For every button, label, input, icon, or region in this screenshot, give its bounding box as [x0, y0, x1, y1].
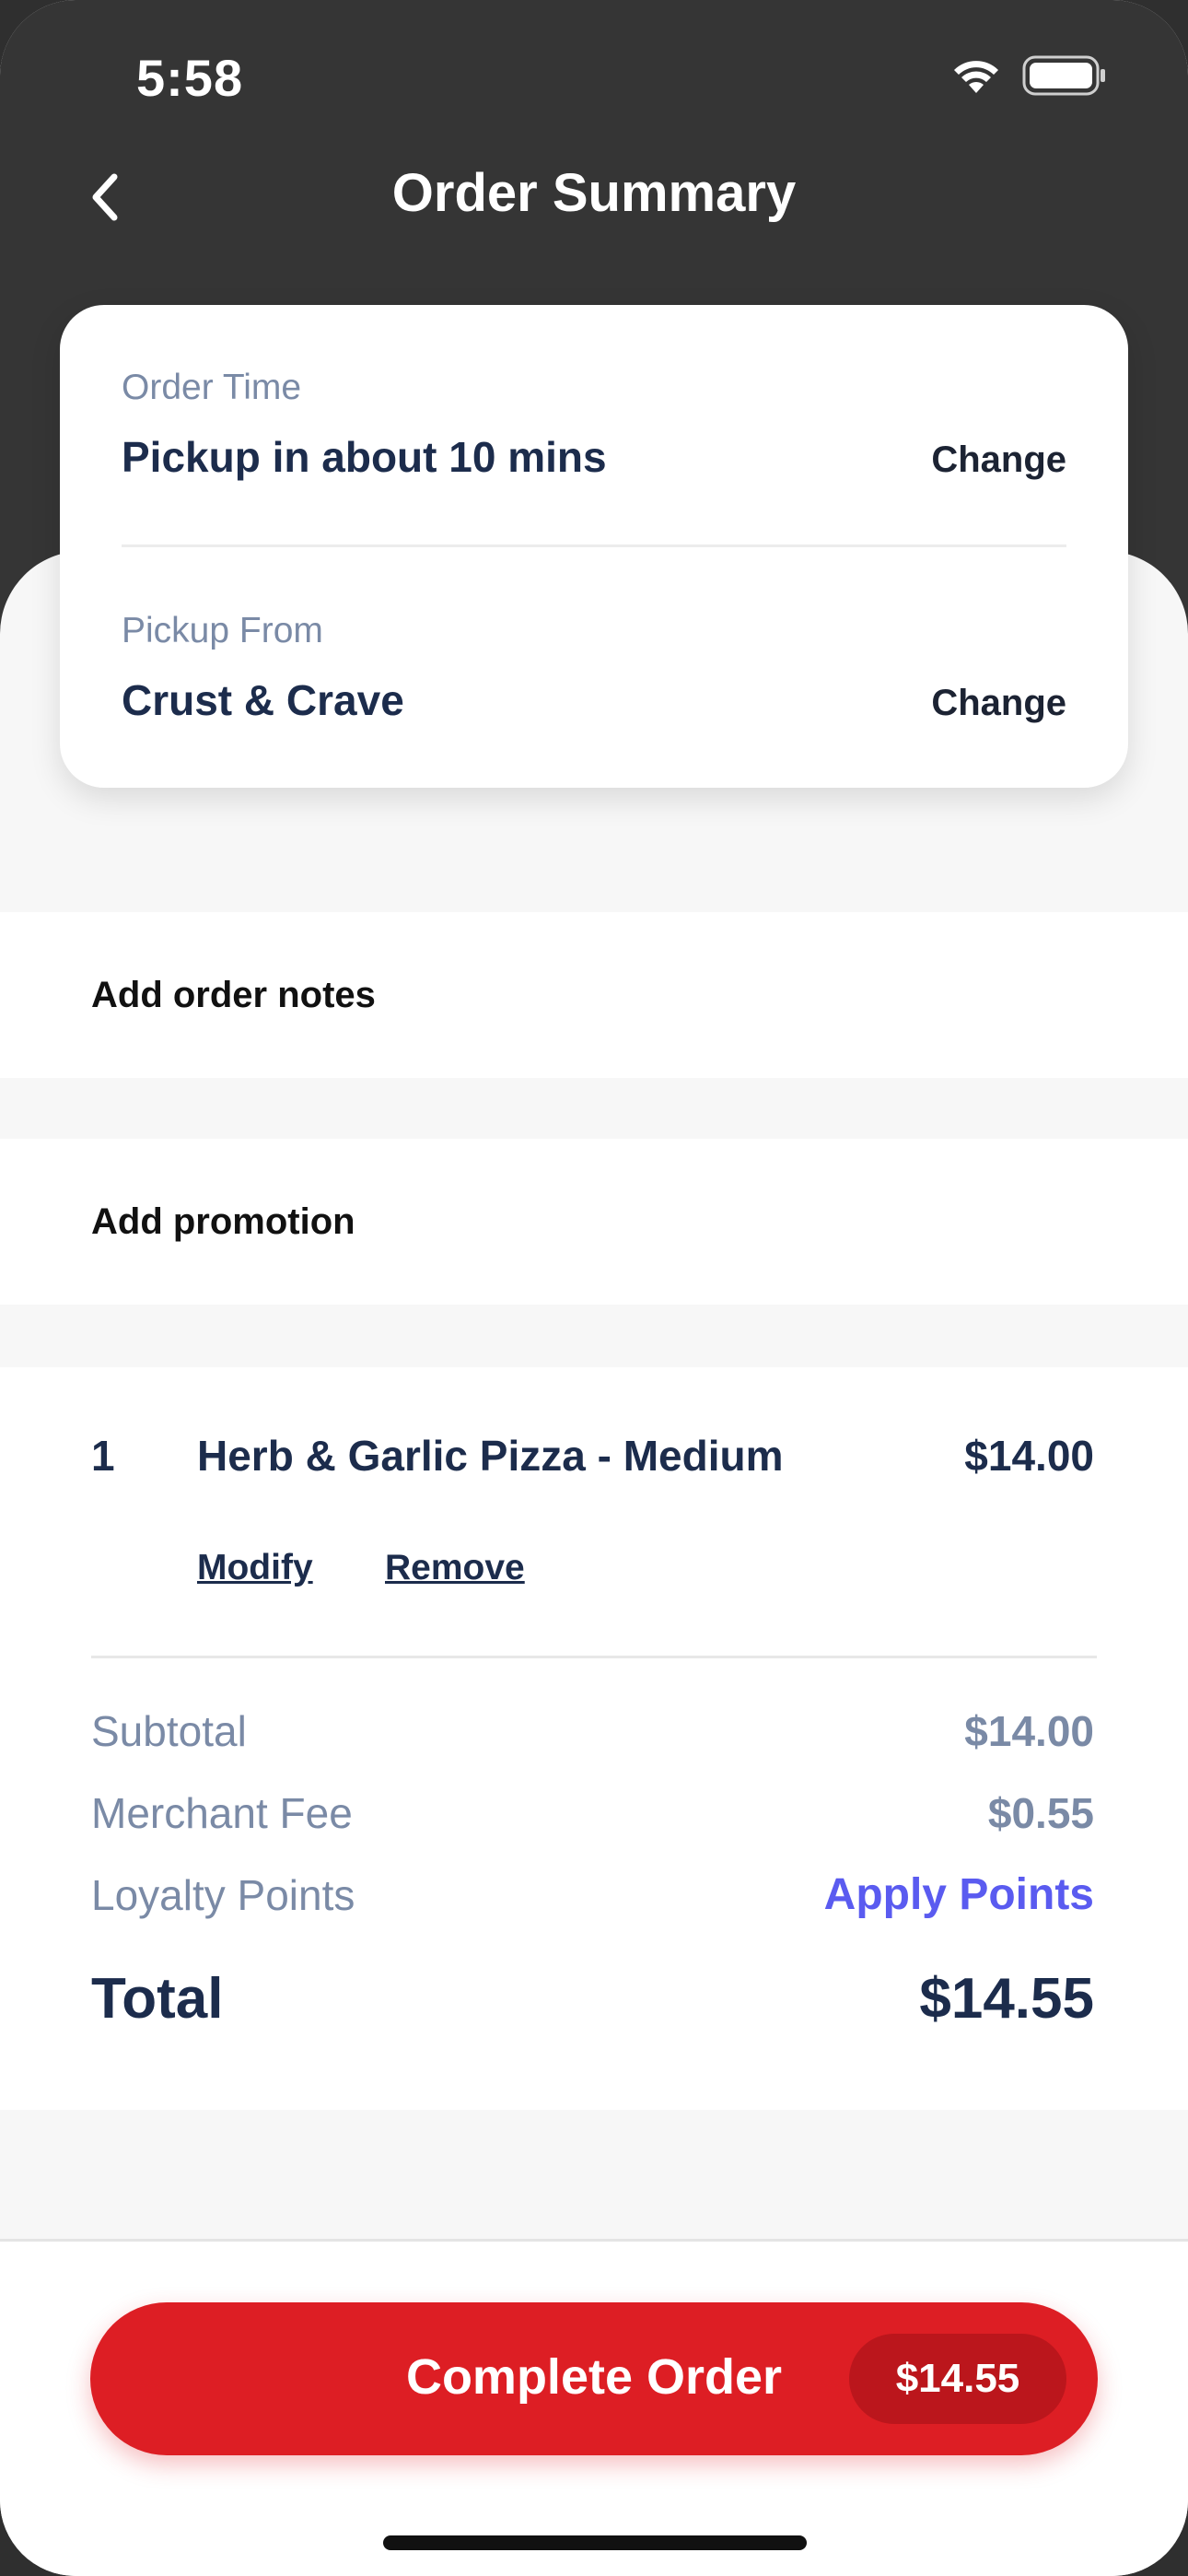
loyalty-points-label: Loyalty Points — [91, 1871, 355, 1919]
card-divider — [122, 544, 1066, 547]
total-value: $14.55 — [919, 1967, 1094, 2031]
page-title: Order Summary — [391, 163, 797, 223]
item-price: $14.00 — [964, 1432, 1094, 1480]
subtotal-value: $14.00 — [964, 1707, 1094, 1755]
merchant-fee-value: $0.55 — [987, 1789, 1094, 1837]
merchant-fee-label: Merchant Fee — [91, 1789, 353, 1837]
order-summary-screen: 5:58 Order Summary Order Time Pickup in … — [0, 0, 1188, 2576]
wifi-icon — [950, 56, 1002, 100]
order-total-badge: $14.55 — [849, 2334, 1066, 2424]
remove-item-link[interactable]: Remove — [385, 1548, 525, 1588]
item-quantity: 1 — [91, 1432, 115, 1480]
status-icons — [950, 55, 1107, 100]
modify-item-link[interactable]: Modify — [197, 1548, 313, 1588]
add-order-notes-row[interactable]: Add order notes — [0, 912, 1188, 1078]
home-indicator — [383, 2535, 807, 2550]
item-name: Herb & Garlic Pizza - Medium — [197, 1432, 784, 1480]
order-time-value: Pickup in about 10 mins — [122, 433, 607, 481]
order-time-label: Order Time — [122, 368, 302, 407]
change-time-button[interactable]: Change — [931, 439, 1066, 481]
pickup-from-label: Pickup From — [122, 611, 323, 650]
subtotal-label: Subtotal — [91, 1707, 247, 1755]
order-info-card: Order Time Pickup in about 10 mins Chang… — [60, 305, 1128, 788]
total-label: Total — [91, 1967, 224, 2031]
apply-points-button[interactable]: Apply Points — [824, 1869, 1094, 1920]
pickup-location-value: Crust & Crave — [122, 676, 404, 724]
add-order-notes-label: Add order notes — [91, 975, 376, 1015]
complete-order-button[interactable]: Complete Order $14.55 — [90, 2302, 1098, 2455]
summary-divider — [91, 1656, 1097, 1658]
battery-icon — [1022, 55, 1107, 100]
add-promotion-label: Add promotion — [91, 1201, 355, 1242]
change-location-button[interactable]: Change — [931, 683, 1066, 724]
status-time: 5:58 — [136, 49, 244, 107]
add-promotion-row[interactable]: Add promotion — [0, 1139, 1188, 1305]
